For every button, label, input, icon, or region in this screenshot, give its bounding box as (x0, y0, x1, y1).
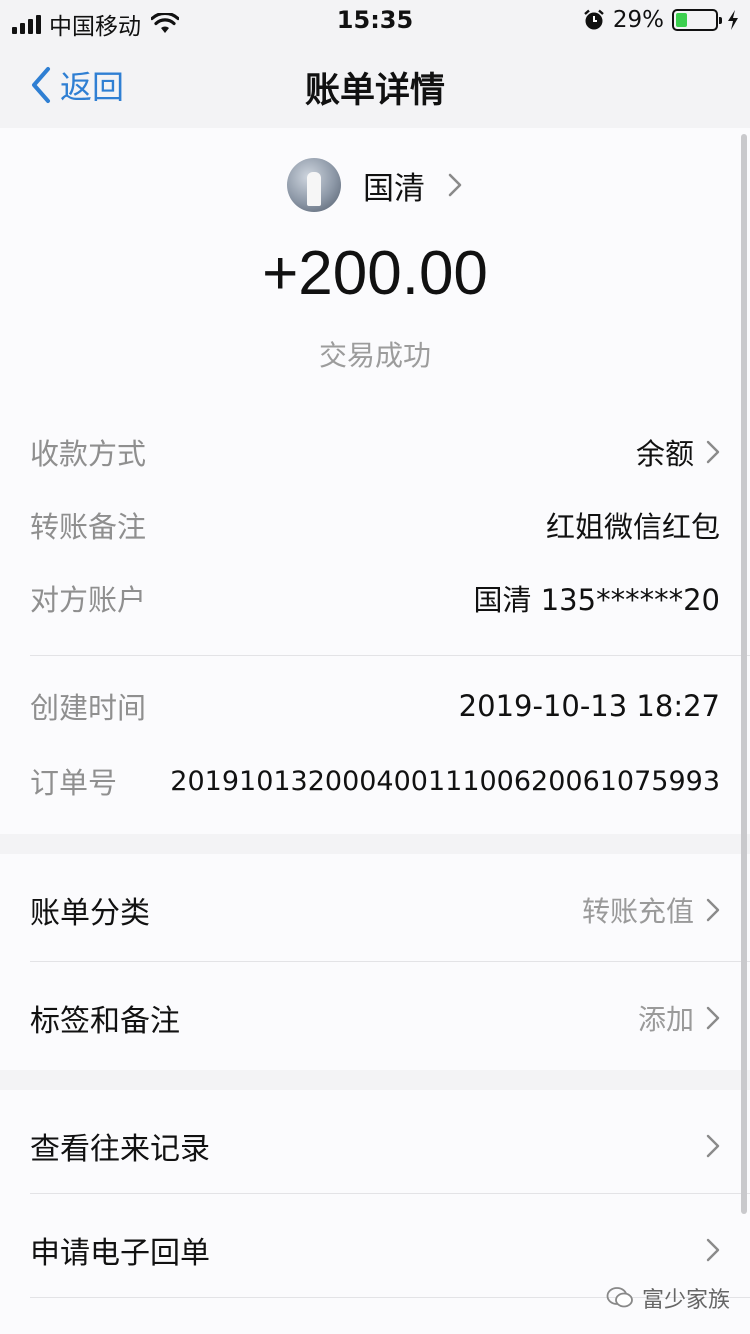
add-tag-value: 添加 (637, 1003, 694, 1036)
detail-row-created-time: 创建时间 2019-10-13 18:27 (30, 685, 720, 727)
list-item-label: 查看往来记录 (30, 1132, 210, 1167)
detail-label: 创建时间 (30, 691, 147, 725)
bill-category-value: 转账充值 (581, 895, 694, 928)
detail-value: 余额 (636, 431, 720, 473)
chevron-right-icon (706, 1006, 720, 1030)
charging-bolt-icon (728, 10, 738, 30)
detail-value: 红姐微信红包 (545, 510, 720, 544)
detail-row-account: 对方账户 国清 135******20 (30, 577, 720, 619)
detail-label: 订单号 (30, 766, 118, 800)
list-item-value: 添加 (638, 998, 720, 1038)
battery-fill (676, 13, 687, 27)
battery-icon (672, 9, 722, 31)
divider (30, 1193, 750, 1194)
nav-bar: 返回 账单详情 (0, 40, 750, 128)
avatar (287, 158, 341, 212)
detail-value: 国清 135******20 (473, 583, 720, 617)
battery-percent: 29% (612, 7, 664, 33)
status-right: 29% (583, 7, 740, 33)
watermark: 富少家族 (606, 1282, 730, 1314)
chevron-right-icon (706, 898, 720, 922)
detail-label: 收款方式 (30, 437, 147, 471)
list-item-label: 标签和备注 (30, 1004, 180, 1039)
list-item-label: 申请电子回单 (30, 1236, 210, 1271)
wechat-icon (606, 1287, 633, 1308)
detail-row-order-number: 订单号 20191013200040011100620061075993 (30, 760, 720, 802)
transaction-status: 交易成功 (318, 339, 431, 372)
detail-row-payment-method[interactable]: 收款方式 余额 (30, 431, 720, 473)
detail-label: 转账备注 (30, 510, 147, 544)
chevron-right-icon (706, 1134, 720, 1158)
chevron-right-icon (706, 440, 720, 464)
amount: +200.00 (262, 239, 488, 308)
detail-value: 2019-10-13 18:27 (458, 689, 720, 723)
chevron-right-icon (706, 1238, 720, 1262)
counterparty-name: 国清 (363, 170, 425, 207)
list-item-tags-notes[interactable]: 标签和备注 添加 (30, 996, 720, 1040)
list-item-label: 账单分类 (30, 896, 150, 931)
page-title: 账单详情 (304, 71, 445, 111)
list-item-e-receipt[interactable]: 申请电子回单 (30, 1228, 720, 1272)
watermark-text: 富少家族 (641, 1288, 730, 1313)
alarm-icon (584, 9, 604, 30)
detail-value: 20191013200040011100620061075993 (170, 765, 720, 797)
chevron-right-icon (448, 173, 462, 197)
category-section: 账单分类 转账充值 标签和备注 添加 (0, 854, 750, 1070)
divider (30, 655, 750, 656)
divider (30, 961, 750, 962)
screen: 中国移动 15:35 29% 返回 账单详情 国清 +200.00 交易成功 收… (0, 0, 750, 1334)
bill-detail-panel: 国清 +200.00 交易成功 收款方式 余额 转账备注 红姐微信红包 对方账户… (0, 128, 750, 834)
counterparty[interactable]: 国清 (0, 158, 750, 212)
status-bar: 中国移动 15:35 29% (0, 0, 750, 40)
list-item-history[interactable]: 查看往来记录 (30, 1124, 720, 1168)
detail-row-remark: 转账备注 红姐微信红包 (30, 504, 720, 546)
list-item-value: 转账充值 (582, 890, 720, 930)
list-item-bill-category[interactable]: 账单分类 转账充值 (30, 888, 720, 932)
scrollbar[interactable] (741, 134, 747, 1214)
payment-method-value: 余额 (635, 437, 694, 471)
detail-label: 对方账户 (30, 583, 147, 617)
